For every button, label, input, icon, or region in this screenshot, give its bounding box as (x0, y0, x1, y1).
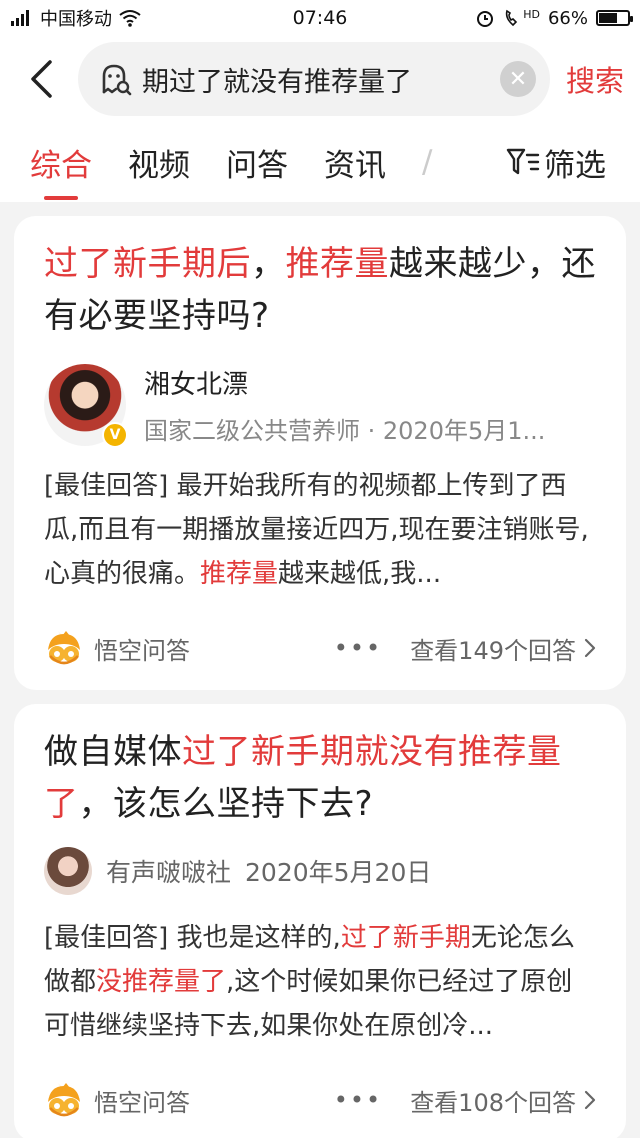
result-card[interactable]: 做自媒体过了新手期就没有推荐量了，该怎么坚持下去? 有声啵啵社 2020年5月2… (14, 704, 626, 1138)
signal-icon (11, 10, 29, 26)
search-row: ✕ 搜索 (0, 36, 640, 122)
source-name[interactable]: 悟空问答 (94, 631, 334, 666)
filter-label: 筛选 (544, 147, 606, 184)
excerpt-text: [最佳回答] 我也是这样的, (44, 923, 341, 953)
title-text: ，该怎么坚持下去? (78, 784, 374, 824)
ghost-search-icon (102, 64, 132, 96)
battery-icon (596, 10, 633, 26)
tab-news[interactable]: 资讯 (324, 122, 386, 202)
search-input[interactable] (142, 63, 500, 95)
chevron-right-icon (584, 638, 596, 658)
tab-more[interactable]: / (422, 122, 442, 202)
filter-icon (506, 148, 540, 175)
verified-badge: V (102, 422, 128, 448)
more-options-button[interactable]: ••• (334, 1086, 382, 1114)
author-info: 湘女北漂 国家二级公共营养师 · 2020年5月1... (144, 364, 596, 446)
avatar[interactable]: V (44, 364, 128, 448)
battery-percent: 66% (547, 7, 588, 29)
more-options-button[interactable]: ••• (334, 634, 382, 662)
close-icon: ✕ (508, 66, 528, 92)
result-card[interactable]: 过了新手期后，推荐量越来越少，还有必要坚持吗? V 湘女北漂 国家二级公共营养师… (14, 216, 626, 690)
excerpt-highlight: 过了新手期 (340, 923, 471, 953)
title-highlight: 推荐量 (285, 244, 389, 284)
view-answers-link[interactable]: 查看149个回答 (410, 631, 576, 666)
back-button[interactable] (16, 54, 66, 104)
search-box[interactable]: ✕ (78, 42, 550, 116)
alarm-icon (477, 11, 494, 27)
result-feed: 过了新手期后，推荐量越来越少，还有必要坚持吗? V 湘女北漂 国家二级公共营养师… (0, 202, 640, 1138)
carrier-name: 中国移动 (40, 9, 112, 30)
author-meta: 国家二级公共营养师 · 2020年5月1... (144, 417, 546, 445)
wukong-logo-icon (48, 631, 80, 665)
tab-all[interactable]: 综合 (30, 122, 92, 202)
search-button[interactable]: 搜索 (566, 58, 624, 100)
card-footer: 悟空问答 ••• 查看108个回答 (44, 1058, 596, 1138)
title-text: 做自媒体 (44, 732, 182, 772)
excerpt-text: 越来越低,我... (278, 559, 442, 589)
author-row: 有声啵啵社 2020年5月20日 (44, 844, 596, 898)
hd-call-icon (506, 9, 518, 27)
filter-button[interactable]: 筛选 (498, 122, 606, 202)
clear-input-button[interactable]: ✕ (499, 61, 536, 97)
tab-bar: 综合 视频 问答 资讯 / 筛选 (0, 122, 640, 202)
title-highlight: 过了新手期后 (44, 244, 251, 284)
result-title[interactable]: 做自媒体过了新手期就没有推荐量了，该怎么坚持下去? (44, 726, 596, 830)
wukong-logo-icon (48, 1083, 80, 1117)
tab-video[interactable]: 视频 (128, 122, 190, 202)
view-answers-link[interactable]: 查看108个回答 (410, 1083, 576, 1118)
title-text: ， (251, 244, 286, 284)
hd-label: HD (523, 7, 540, 21)
status-right: HD 66% (475, 7, 633, 29)
result-title[interactable]: 过了新手期后，推荐量越来越少，还有必要坚持吗? (44, 238, 596, 342)
chevron-left-icon (31, 60, 52, 98)
chevron-right-icon (584, 1090, 596, 1110)
result-excerpt[interactable]: [最佳回答] 最开始我所有的视频都上传到了西瓜,而且有一期播放量接近四万,现在要… (44, 464, 596, 596)
result-excerpt[interactable]: [最佳回答] 我也是这样的,过了新手期无论怎么做都没推荐量了,这个时候如果你已经… (44, 916, 596, 1048)
excerpt-highlight: 没推荐量了 (96, 967, 227, 997)
header: 中国移动 07:46 HD 66% 期过了就没有推荐量了 ✕ 搜索 综合 视频 … (0, 0, 640, 202)
author-row: V 湘女北漂 国家二级公共营养师 · 2020年5月1... (44, 364, 596, 448)
card-footer: 悟空问答 ••• 查看149个回答 (44, 606, 596, 690)
post-date: 2020年5月20日 (245, 858, 432, 887)
excerpt-highlight: 推荐量 (200, 559, 279, 589)
tab-qa[interactable]: 问答 (226, 122, 288, 202)
author-name[interactable]: 湘女北漂 (144, 364, 596, 401)
author-name[interactable]: 有声啵啵社 (106, 853, 231, 889)
status-bar: 中国移动 07:46 HD 66% (0, 0, 640, 36)
status-left: 中国移动 (10, 5, 142, 31)
source-name[interactable]: 悟空问答 (94, 1083, 334, 1118)
battery-fill (599, 13, 618, 23)
avatar[interactable] (44, 847, 92, 895)
wifi-icon (119, 10, 141, 27)
